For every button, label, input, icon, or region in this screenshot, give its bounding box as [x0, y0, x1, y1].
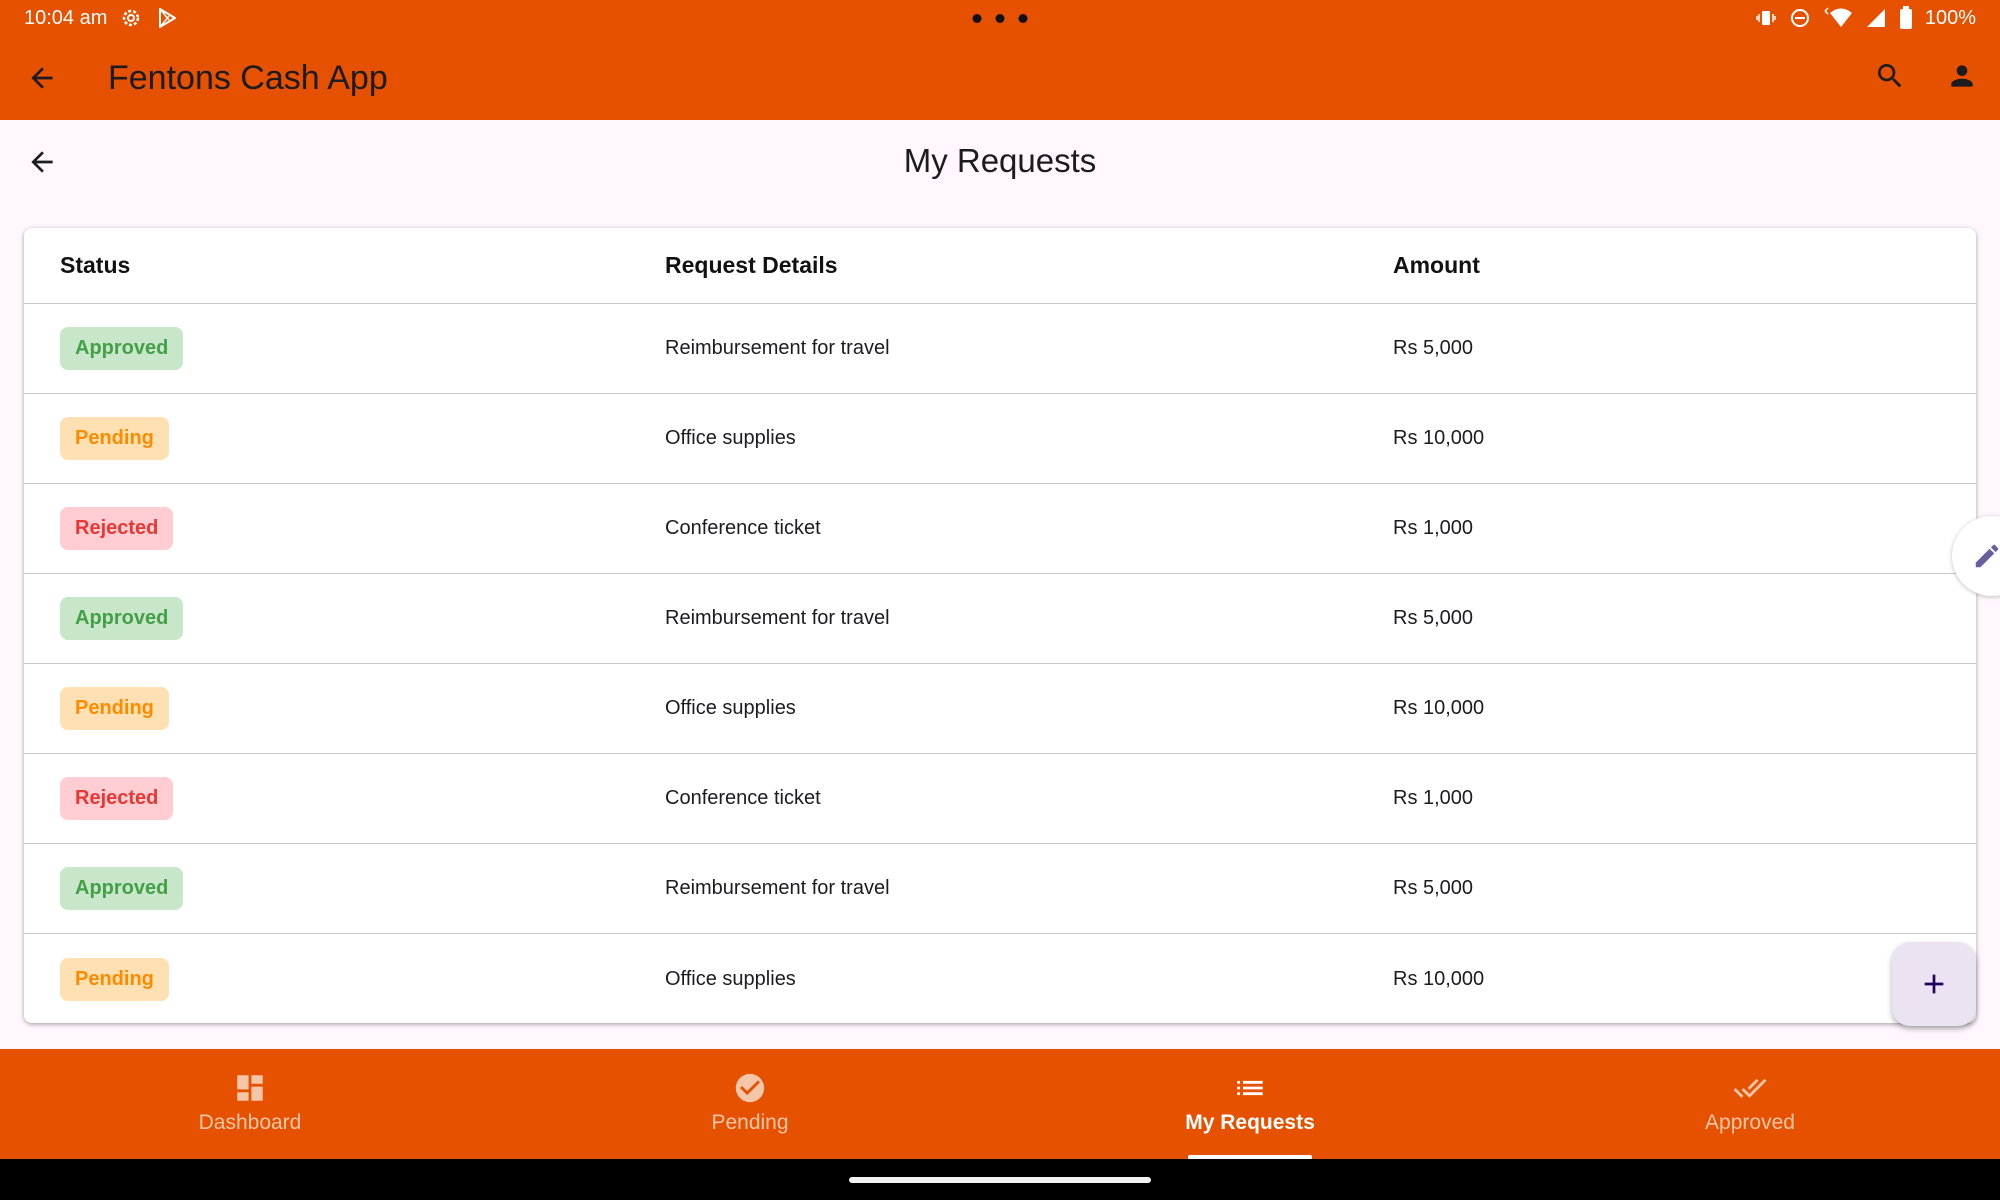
amount-cell: Rs 1,000: [1393, 787, 1474, 809]
status-badge: Approved: [60, 327, 184, 370]
header-status: Status: [60, 252, 131, 278]
check-circle-icon: [735, 1073, 765, 1103]
request-details-cell: Conference ticket: [665, 517, 821, 539]
amount-cell: Rs 10,000: [1393, 427, 1485, 449]
request-details-cell: Conference ticket: [665, 787, 821, 809]
nav-label-dashboard: Dashboard: [198, 1111, 302, 1134]
amount-cell: Rs 5,000: [1393, 337, 1474, 359]
app-actions: [1872, 58, 1980, 94]
status-badge: Rejected: [60, 507, 174, 550]
status-left: 10:04 am: [24, 6, 179, 30]
table-row[interactable]: Rejected Conference ticket Rs 1,000: [24, 484, 1976, 574]
done-all-icon: [1733, 1078, 1767, 1098]
page-header: My Requests: [0, 120, 2000, 204]
table-row[interactable]: Approved Reimbursement for travel Rs 5,000: [24, 574, 1976, 664]
request-details-cell: Office supplies: [665, 967, 796, 990]
header-amount: Amount: [1393, 252, 1480, 278]
vibrate-icon: [1755, 7, 1777, 29]
arrow-back-icon: [31, 67, 53, 89]
header-request-details: Request Details: [665, 252, 838, 278]
home-gesture-handle[interactable]: [849, 1177, 1151, 1183]
search-button[interactable]: [1872, 58, 1908, 94]
table-header: Status Request Details Amount: [24, 228, 1976, 304]
nav-label-my-requests: My Requests: [1185, 1111, 1315, 1134]
status-badge: Rejected: [60, 777, 174, 820]
list-icon: [1237, 1080, 1263, 1096]
nav-pending[interactable]: Pending: [500, 1049, 1000, 1159]
page-title: My Requests: [903, 142, 1097, 179]
amount-cell: Rs 5,000: [1393, 607, 1474, 629]
person-icon: [1951, 65, 1973, 87]
amount-cell: Rs 5,000: [1393, 877, 1474, 899]
play-store-icon: [155, 6, 179, 30]
plus-icon: [1924, 974, 1944, 994]
wifi-icon: [1823, 7, 1853, 29]
pencil-icon: [1975, 544, 1999, 568]
app-back-button[interactable]: [26, 62, 58, 94]
status-badge: Approved: [60, 867, 184, 910]
nav-approved[interactable]: Approved: [1500, 1049, 2000, 1159]
add-request-button[interactable]: [1892, 942, 1976, 1026]
status-time: 10:04 am: [24, 6, 108, 29]
table-row[interactable]: Pending Office supplies Rs 10,000: [24, 664, 1976, 754]
request-details-cell: Office supplies: [665, 697, 796, 719]
request-details-cell: Reimbursement for travel: [665, 877, 890, 899]
bottom-navigation: Dashboard Pending My Requests Approved: [0, 1049, 2000, 1159]
settings-gear-icon: [119, 6, 143, 30]
system-status-bar: 10:04 am 100%: [0, 0, 2000, 36]
status-badge: Approved: [60, 597, 184, 640]
request-details-cell: Office supplies: [665, 427, 796, 449]
table-row[interactable]: Pending Office supplies Rs 10,000: [24, 394, 1976, 484]
do-not-disturb-icon: [1789, 7, 1811, 29]
table-body: Approved Reimbursement for travel Rs 5,000…: [24, 304, 1976, 1023]
table-row[interactable]: Approved Reimbursement for travel Rs 5,000: [24, 304, 1976, 394]
battery-percent: 100%: [1924, 6, 1976, 29]
table-row[interactable]: Rejected Conference ticket Rs 1,000: [24, 754, 1976, 844]
request-details-cell: Reimbursement for travel: [665, 337, 890, 359]
nav-my-requests[interactable]: My Requests: [1000, 1049, 1500, 1159]
profile-button[interactable]: [1944, 58, 1980, 94]
app-title: Fentons Cash App: [108, 58, 388, 97]
table-row[interactable]: Approved Reimbursement for travel Rs 5,000: [24, 844, 1976, 934]
status-badge: Pending: [60, 687, 169, 730]
amount-cell: Rs 10,000: [1393, 967, 1485, 990]
status-badge: Pending: [60, 957, 169, 1001]
dashboard-icon: [237, 1075, 263, 1101]
amount-cell: Rs 10,000: [1393, 697, 1485, 719]
battery-icon: [1899, 6, 1913, 30]
status-badge: Pending: [60, 417, 169, 460]
search-icon: [1878, 64, 1902, 88]
app-bar: Fentons Cash App: [0, 36, 2000, 120]
window-dots[interactable]: [972, 13, 1028, 23]
nav-label-pending: Pending: [711, 1111, 789, 1134]
amount-cell: Rs 1,000: [1393, 517, 1474, 539]
system-navigation-bar: [0, 1159, 2000, 1200]
requests-table: Status Request Details Amount Approved Re…: [24, 228, 1976, 1023]
status-right: 100%: [1755, 6, 1976, 30]
nav-dashboard[interactable]: Dashboard: [0, 1049, 500, 1159]
nav-label-approved: Approved: [1705, 1111, 1795, 1134]
request-details-cell: Reimbursement for travel: [665, 607, 890, 629]
table-row[interactable]: Pending Office supplies Rs 10,000: [24, 934, 1976, 1023]
cellular-signal-icon: [1865, 7, 1887, 29]
